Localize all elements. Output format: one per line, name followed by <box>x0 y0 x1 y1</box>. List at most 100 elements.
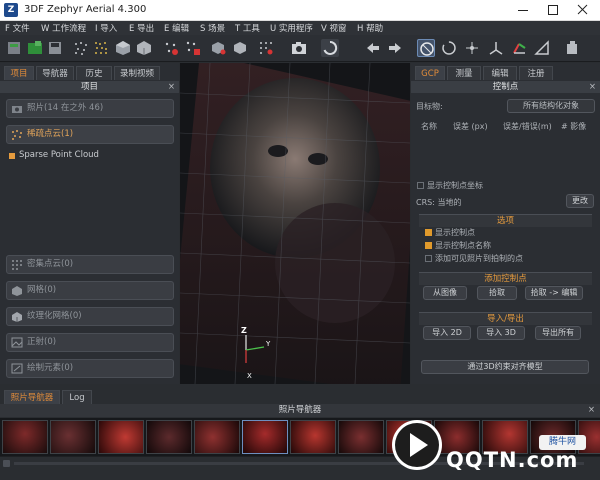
show-gcp-label: 显示控制点 <box>435 228 475 237</box>
dense-cloud-icon <box>95 42 107 54</box>
group-textured-mesh[interactable]: 纹理化网格(0) <box>6 307 174 326</box>
mesh-icon <box>116 41 130 55</box>
pick-edit-button[interactable]: 拾取 -> 编辑 <box>525 286 583 300</box>
minimize-button[interactable] <box>508 0 538 21</box>
tab-measure[interactable]: 测量 <box>447 66 481 80</box>
ruler-button[interactable] <box>533 39 551 57</box>
navigation-mode-button[interactable] <box>417 39 435 57</box>
tab-photo-navigator[interactable]: 照片导航器 <box>4 390 60 404</box>
menu-workflow[interactable]: W 工作流程 <box>41 22 86 34</box>
import-3d-button[interactable]: 导入 3D <box>477 326 525 340</box>
undo-button[interactable] <box>364 39 382 57</box>
save-button[interactable] <box>46 39 64 57</box>
3d-viewport[interactable]: Z Y X <box>180 63 410 384</box>
col-name: 名称 <box>421 122 437 131</box>
menu-export[interactable]: E 导出 <box>129 22 154 34</box>
sparse-cloud-tool-button[interactable] <box>72 39 90 57</box>
pan-button[interactable] <box>463 39 481 57</box>
points-select-button[interactable] <box>184 39 202 57</box>
show-gcp-name-checkbox[interactable] <box>425 242 432 249</box>
new-project-button[interactable] <box>5 39 23 57</box>
gcp-panel-title: 控制点 <box>492 82 519 92</box>
photo-thumbnail[interactable] <box>242 420 288 454</box>
menu-file[interactable]: F 文件 <box>5 22 30 34</box>
open-project-button[interactable] <box>26 39 44 57</box>
tab-log[interactable]: Log <box>62 390 92 404</box>
redo-button[interactable] <box>386 39 404 57</box>
title-bar: Z 3DF Zephyr Aerial 4.300 <box>0 0 600 21</box>
group-mesh[interactable]: 网格(0) <box>6 281 174 300</box>
group-drawing[interactable]: 绘制元素(0) <box>6 359 174 378</box>
orbit-mode-button[interactable] <box>321 39 339 57</box>
align-model-button[interactable]: 通过3D约束对齐模型 <box>421 360 589 374</box>
group-sparse-cloud[interactable]: 稀疏点云(1) <box>6 125 174 144</box>
scroll-left-icon[interactable] <box>3 460 10 467</box>
tab-gcp[interactable]: GCP <box>415 66 445 80</box>
gcp-table[interactable] <box>415 133 596 177</box>
tab-project[interactable]: 项目 <box>4 66 34 80</box>
axis-button[interactable] <box>487 39 505 57</box>
fullscreen-button[interactable] <box>563 39 581 57</box>
menu-scene[interactable]: S 场景 <box>200 22 225 34</box>
menu-view[interactable]: V 视窗 <box>321 22 347 34</box>
photo-thumbnail[interactable] <box>98 420 144 454</box>
tab-edit[interactable]: 编辑 <box>483 66 517 80</box>
export-all-button[interactable]: 导出所有 <box>535 326 581 340</box>
pick-button[interactable]: 拾取 <box>477 286 517 300</box>
show-gcp-checkbox[interactable] <box>425 229 432 236</box>
panel-close-icon[interactable]: × <box>588 404 595 417</box>
photo-eye-left <box>268 145 288 157</box>
points-filter-button[interactable] <box>162 39 180 57</box>
maximize-icon <box>548 5 558 15</box>
group-dense-cloud-label: 密集点云(0) <box>27 259 74 269</box>
rotate-button[interactable] <box>440 39 458 57</box>
photo-thumbnail[interactable] <box>2 420 48 454</box>
maximize-button[interactable] <box>538 0 568 21</box>
photo-thumbnail[interactable] <box>338 420 384 454</box>
menu-utilities[interactable]: U 实用程序 <box>270 22 313 34</box>
target-select[interactable]: 所有结构化对象 <box>507 99 595 113</box>
group-ortho-label: 正射(0) <box>27 337 57 347</box>
menu-import[interactable]: I 导入 <box>95 22 117 34</box>
group-photos[interactable]: 照片(14 在之外 46) <box>6 99 174 118</box>
menu-tools[interactable]: T 工具 <box>235 22 260 34</box>
panel-close-icon[interactable]: × <box>589 81 596 93</box>
save-icon <box>49 42 61 54</box>
crs-change-button[interactable]: 更改 <box>566 194 594 208</box>
dense-cloud-icon <box>12 260 22 270</box>
import-2d-button[interactable]: 导入 2D <box>423 326 471 340</box>
tab-history[interactable]: 历史 <box>76 66 112 80</box>
group-dense-cloud[interactable]: 密集点云(0) <box>6 255 174 274</box>
mesh-select-button[interactable] <box>231 39 249 57</box>
show-coords-checkbox[interactable] <box>417 182 424 189</box>
photo-thumbnail[interactable] <box>50 420 96 454</box>
group-photos-label: 照片(14 在之外 46) <box>27 103 104 113</box>
screenshot-button[interactable] <box>290 39 308 57</box>
tab-register[interactable]: 注册 <box>519 66 553 80</box>
tab-record-video[interactable]: 录制视频 <box>114 66 160 80</box>
group-ortho[interactable]: 正射(0) <box>6 333 174 352</box>
group-drawing-label: 绘制元素(0) <box>27 363 74 373</box>
menu-help[interactable]: H 帮助 <box>357 22 383 34</box>
window-title: 3DF Zephyr Aerial 4.300 <box>24 4 147 15</box>
tab-navigator[interactable]: 导航器 <box>36 66 74 80</box>
add-visible-photos-checkbox[interactable] <box>425 255 432 262</box>
tree-item-sparse-point-cloud[interactable]: Sparse Point Cloud <box>9 150 169 162</box>
menu-edit[interactable]: E 编辑 <box>164 22 189 34</box>
close-button[interactable] <box>568 0 598 21</box>
photo-thumbnail[interactable] <box>290 420 336 454</box>
redo-arrow-icon <box>389 43 401 53</box>
textured-mesh-tool-button[interactable] <box>135 39 153 57</box>
photo-thumbnail[interactable] <box>146 420 192 454</box>
mesh-filter-button[interactable] <box>209 39 227 57</box>
from-image-button[interactable]: 从图像 <box>423 286 467 300</box>
dense-cloud-tool-button[interactable] <box>92 39 110 57</box>
photo-eye-right <box>308 153 328 165</box>
new-project-icon <box>8 42 20 54</box>
mesh-tool-button[interactable] <box>114 39 132 57</box>
photo-thumbnail[interactable] <box>194 420 240 454</box>
rotate-icon <box>442 41 456 55</box>
dense-select-button[interactable] <box>257 39 275 57</box>
panel-close-icon[interactable]: × <box>168 81 175 93</box>
gizmo-button[interactable] <box>510 39 528 57</box>
